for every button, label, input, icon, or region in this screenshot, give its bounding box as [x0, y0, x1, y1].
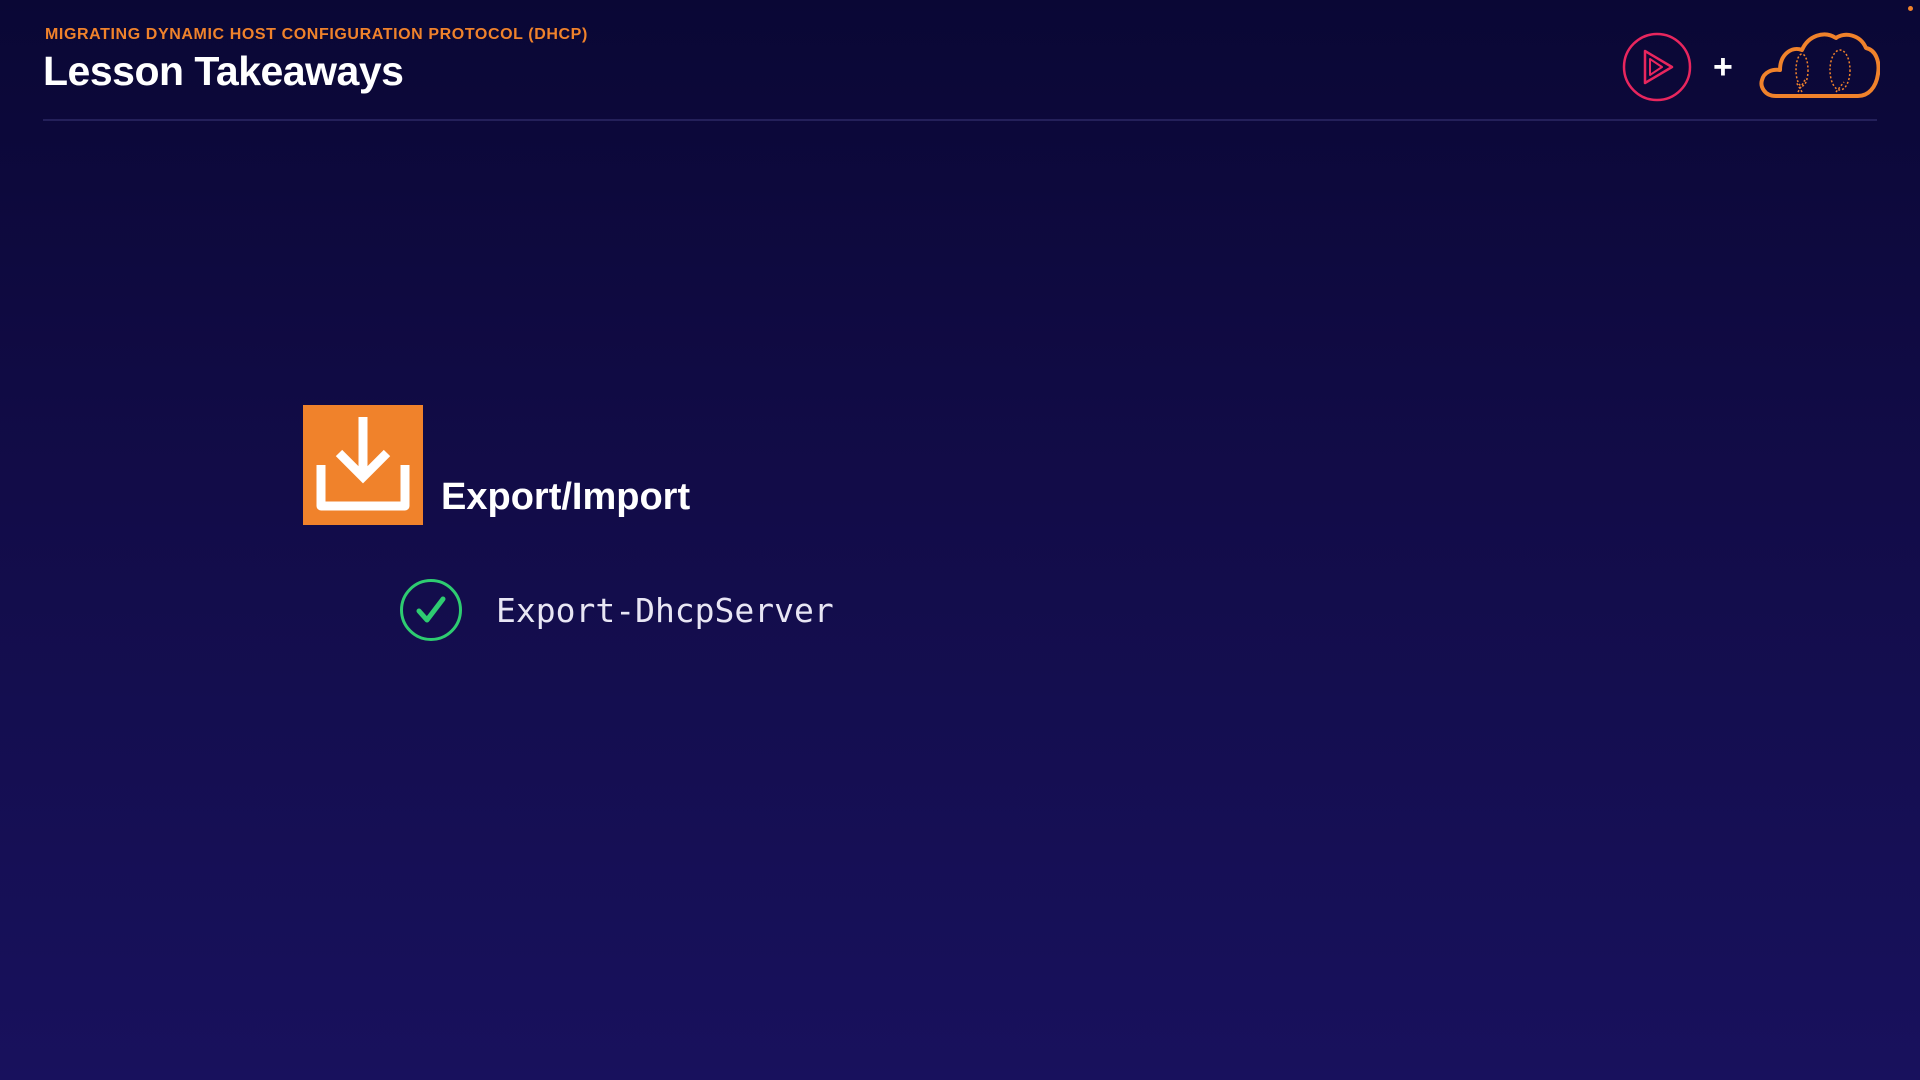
slide-header: MIGRATING DYNAMIC HOST CONFIGURATION PRO… [0, 0, 1920, 122]
list-item: Export-DhcpServer [399, 578, 834, 642]
page-title: Lesson Takeaways [43, 48, 404, 94]
plus-icon: + [1713, 48, 1733, 86]
download-icon [303, 405, 423, 525]
list-item-text: Export-DhcpServer [496, 590, 834, 630]
play-logo-icon [1622, 32, 1692, 102]
header-divider [43, 119, 1877, 121]
check-circle-icon [400, 579, 462, 641]
course-title: MIGRATING DYNAMIC HOST CONFIGURATION PRO… [45, 26, 588, 43]
corner-dot [1908, 6, 1913, 11]
cloud-logo-icon [1758, 26, 1881, 102]
topic-title: Export/Import [441, 476, 691, 518]
